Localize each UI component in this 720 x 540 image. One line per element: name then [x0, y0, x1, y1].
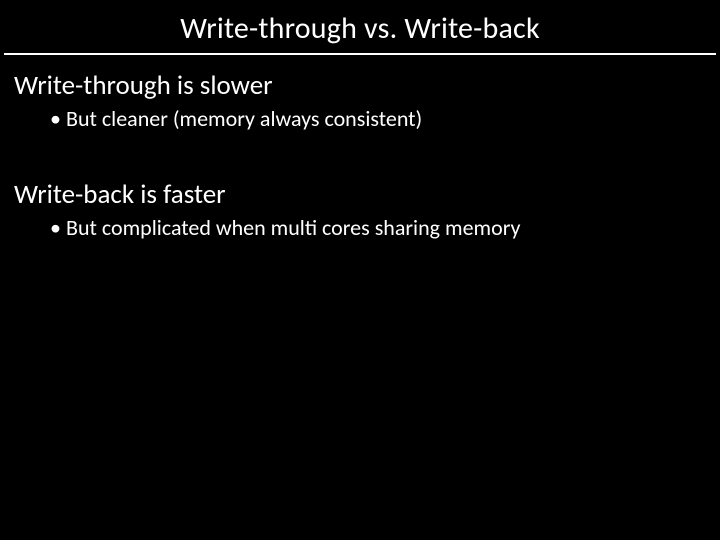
- slide-body: Write-through is slower But cleaner (mem…: [0, 55, 720, 242]
- spacer: [14, 156, 706, 174]
- bullet-item: But complicated when multi cores sharing…: [50, 213, 706, 243]
- section-heading: Write-through is slower: [14, 69, 706, 102]
- bullet-list: But cleaner (memory always consistent): [50, 104, 706, 134]
- title-area: Write-through vs. Write-back: [0, 0, 720, 53]
- section-heading: Write-back is faster: [14, 178, 706, 211]
- slide: Write-through vs. Write-back Write-throu…: [0, 0, 720, 540]
- bullet-list: But complicated when multi cores sharing…: [50, 213, 706, 243]
- slide-title: Write-through vs. Write-back: [180, 10, 540, 47]
- bullet-item: But cleaner (memory always consistent): [50, 104, 706, 134]
